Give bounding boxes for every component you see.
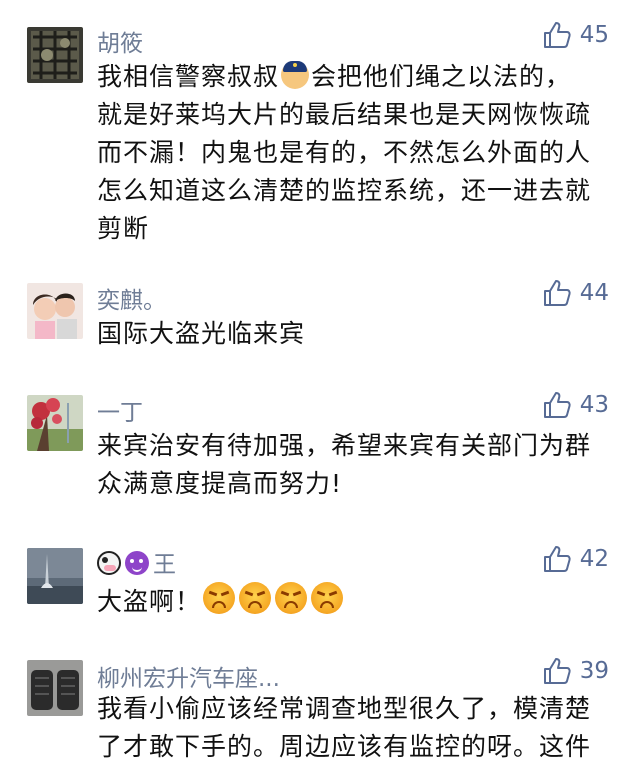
comment-line: 众满意度提高而努力!: [97, 469, 343, 498]
avatar[interactable]: [27, 395, 83, 451]
thumbs-up-icon: [543, 392, 571, 418]
comment-line: 了才敢下手的。周边应该有监控的呀。这件: [97, 732, 592, 761]
angry-face-icon: [275, 582, 308, 614]
comment-line: 我看小偷应该经常调查地型很久了，模清楚: [97, 694, 592, 723]
like-button[interactable]: 43: [542, 390, 609, 420]
thumbs-up-icon: [543, 280, 571, 306]
commenter-name[interactable]: 一丁: [97, 393, 143, 427]
comment-text: 我相信警察叔叔 会把他们绳之以法的， 就是好莱坞大片的最后结果也是天网恢恢疏 而不…: [97, 58, 617, 248]
angry-face-icon: [203, 582, 236, 614]
like-button[interactable]: 42: [542, 544, 609, 574]
comment-text: 来宾治安有待加强，希望来宾有关部门为群 众满意度提高而努力!: [97, 427, 617, 503]
like-count: 45: [579, 22, 609, 48]
thumbs-up-icon: [543, 546, 571, 572]
comment-line: 来宾治安有待加强，希望来宾有关部门为群: [97, 431, 592, 460]
comment-text: 我看小偷应该经常调查地型很久了，模清楚 了才敢下手的。周边应该有监控的呀。这件: [97, 690, 617, 762]
comment-line: 就是好莱坞大片的最后结果也是天网恢恢疏: [97, 100, 592, 129]
comment-line: 怎么知道这么清楚的监控系统，还一进去就: [97, 176, 592, 205]
angry-face-icon: [239, 582, 272, 614]
thumbs-up-icon: [543, 658, 571, 684]
comment-line: 剪断: [97, 214, 150, 243]
angry-face-icon: [311, 582, 344, 614]
like-button[interactable]: 45: [542, 20, 609, 50]
comment-text: 大盗啊！: [97, 582, 617, 621]
thumbs-up-icon: [543, 22, 571, 48]
avatar[interactable]: [27, 27, 83, 83]
like-count: 42: [579, 546, 609, 572]
smiling-devil-icon: [125, 551, 149, 575]
comment-text: 国际大盗光临来宾: [97, 315, 617, 353]
like-count: 44: [579, 280, 609, 306]
commenter-name[interactable]: 王: [97, 545, 176, 579]
avatar[interactable]: [27, 548, 83, 604]
avatar[interactable]: [27, 283, 83, 339]
like-button[interactable]: 39: [542, 656, 609, 686]
cow-face-icon: [97, 551, 121, 575]
comment-line: 大盗啊！: [97, 582, 617, 621]
like-count: 43: [579, 392, 609, 418]
avatar[interactable]: [27, 660, 83, 716]
comment-line: 我相信警察叔叔 会把他们绳之以法的，: [97, 61, 572, 91]
like-button[interactable]: 44: [542, 278, 609, 308]
commenter-name[interactable]: 柳州宏升汽车座...: [97, 659, 280, 693]
like-count: 39: [579, 658, 609, 684]
police-officer-icon: [281, 61, 310, 89]
commenter-name[interactable]: 奕麒。: [97, 281, 166, 315]
comment-line: 而不漏！内鬼也是有的，不然怎么外面的人: [97, 138, 592, 167]
comment-line: 国际大盗光临来宾: [97, 319, 306, 348]
commenter-name[interactable]: 胡筱: [97, 24, 143, 58]
